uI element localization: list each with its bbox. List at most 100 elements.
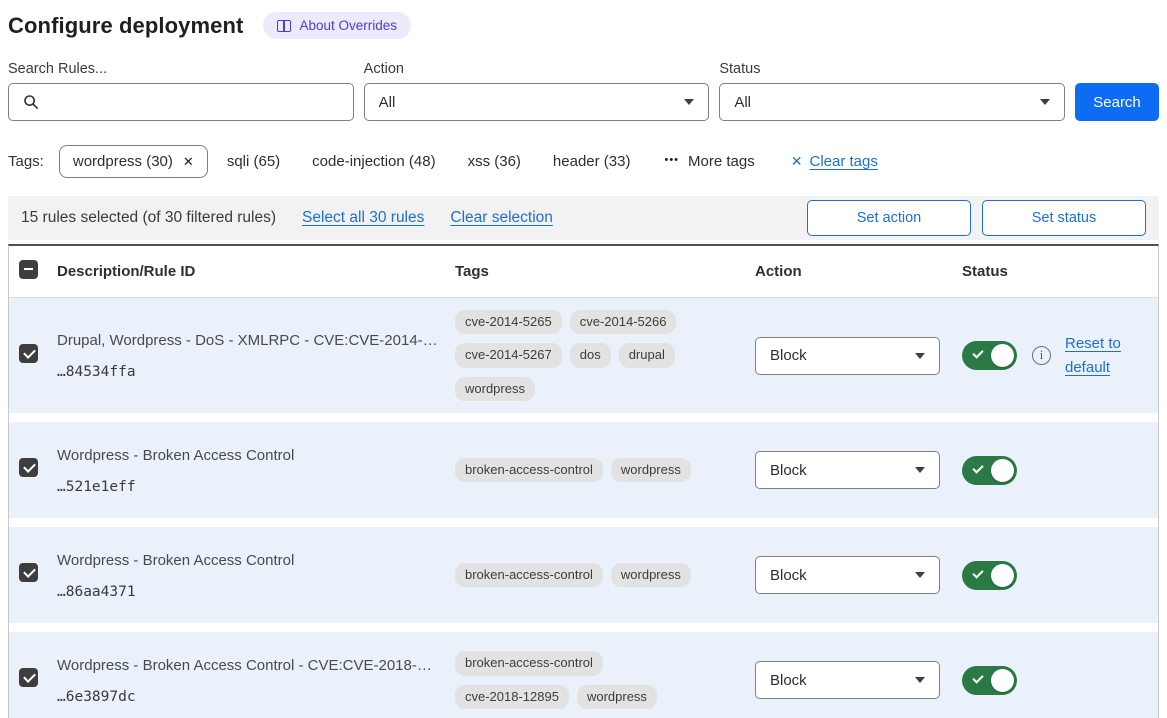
row-checkbox[interactable]	[19, 344, 38, 363]
table-row: Wordpress - Broken Access Control - CVE:…	[9, 632, 1158, 718]
action-select-value: Block	[770, 567, 807, 584]
chevron-down-icon	[684, 99, 694, 105]
rule-description: Wordpress - Broken Access Control - CVE:…	[57, 656, 441, 676]
close-icon: ✕	[791, 153, 803, 170]
rule-description: Drupal, Wordpress - DoS - XMLRPC - CVE:C…	[57, 331, 441, 351]
search-rules-group: Search Rules...	[8, 61, 354, 121]
toggle-knob	[991, 669, 1014, 692]
search-rules-field[interactable]	[49, 84, 339, 120]
ellipsis-icon: •••	[664, 154, 679, 166]
chevron-down-icon	[915, 572, 925, 578]
select-all-cell	[9, 260, 57, 284]
row-checkbox-cell	[9, 563, 57, 587]
selected-tag-chip[interactable]: wordpress (30) ✕	[59, 145, 208, 178]
description-cell: Drupal, Wordpress - DoS - XMLRPC - CVE:C…	[57, 331, 455, 380]
action-select[interactable]: Block	[755, 451, 940, 489]
action-filter-select[interactable]: All	[364, 83, 710, 121]
search-rules-label: Search Rules...	[8, 61, 354, 77]
rule-description: Wordpress - Broken Access Control	[57, 551, 441, 571]
toggle-knob	[991, 344, 1014, 367]
table-row: Wordpress - Broken Access Control …521e1…	[9, 422, 1158, 518]
rule-id: …6e3897dc	[57, 689, 441, 705]
tag-options: sqli (65) code-injection (48) xss (36) head…	[227, 153, 631, 170]
clear-tags-label: Clear tags	[809, 153, 877, 170]
description-cell: Wordpress - Broken Access Control …86aa4…	[57, 551, 455, 600]
column-header-tags: Tags	[455, 263, 755, 280]
configure-deployment-page: Configure deployment About Overrides Sea…	[0, 0, 1167, 718]
status-filter-group: Status All	[719, 61, 1065, 121]
search-icon	[23, 94, 39, 110]
rules-table: Description/Rule ID Tags Action Status D…	[8, 244, 1159, 718]
tag-option[interactable]: code-injection (48)	[312, 153, 435, 170]
tags-label: Tags:	[8, 153, 44, 170]
tag-pill: wordpress	[577, 685, 657, 709]
tag-option[interactable]: sqli (65)	[227, 153, 280, 170]
action-select-value: Block	[770, 672, 807, 689]
tag-pill: wordpress	[455, 377, 535, 401]
column-header-description: Description/Rule ID	[57, 263, 455, 280]
tag-pill: cve-2018-12895	[455, 685, 569, 709]
chevron-down-icon	[915, 353, 925, 359]
tag-pill: wordpress	[611, 563, 691, 587]
select-all-link[interactable]: Select all 30 rules	[302, 209, 424, 227]
row-checkbox[interactable]	[19, 563, 38, 582]
clear-selection-link[interactable]: Clear selection	[450, 209, 553, 227]
remove-tag-icon[interactable]: ✕	[183, 154, 194, 170]
rule-id: …86aa4371	[57, 584, 441, 600]
action-cell: Block	[755, 661, 962, 699]
action-filter-value: All	[379, 94, 396, 111]
tag-pill: cve-2014-5267	[455, 343, 562, 367]
chevron-down-icon	[915, 467, 925, 473]
filters-bar: Search Rules... Action All Status All	[8, 61, 1159, 121]
rule-tags: broken-access-controlwordpress	[455, 458, 719, 482]
tag-pill: broken-access-control	[455, 651, 603, 675]
action-filter-label: Action	[364, 61, 710, 77]
reset-to-default-link[interactable]: Reset to default	[1065, 332, 1131, 380]
tag-pill: dos	[570, 343, 611, 367]
status-cell	[962, 561, 1158, 590]
tag-pill: cve-2014-5266	[570, 310, 677, 334]
status-toggle[interactable]	[962, 456, 1017, 485]
tags-bar: Tags: wordpress (30) ✕ sqli (65) code-inj…	[8, 145, 1159, 178]
info-icon[interactable]: i	[1032, 346, 1051, 365]
clear-tags-link[interactable]: ✕ Clear tags	[791, 153, 878, 170]
status-cell: i Reset to default	[962, 332, 1158, 380]
tag-pill: cve-2014-5265	[455, 310, 562, 334]
action-select[interactable]: Block	[755, 556, 940, 594]
status-filter-select[interactable]: All	[719, 83, 1065, 121]
tag-option[interactable]: xss (36)	[468, 153, 521, 170]
row-checkbox[interactable]	[19, 668, 38, 687]
status-toggle[interactable]	[962, 666, 1017, 695]
set-status-button[interactable]: Set status	[982, 200, 1146, 236]
rule-tags: cve-2014-5265 cve-2014-5266 cve-2014-5267 d…	[455, 310, 719, 401]
about-overrides-label: About Overrides	[299, 18, 397, 33]
action-select[interactable]: Block	[755, 661, 940, 699]
search-rules-input[interactable]	[8, 83, 354, 121]
action-select-value: Block	[770, 462, 807, 479]
rule-id: …84534ffa	[57, 364, 441, 380]
column-header-action: Action	[755, 263, 962, 280]
selected-tag-label: wordpress (30)	[73, 153, 173, 170]
status-toggle[interactable]	[962, 561, 1017, 590]
more-tags-label: More tags	[688, 153, 755, 170]
selection-summary: 15 rules selected (of 30 filtered rules)	[21, 209, 276, 227]
status-cell	[962, 456, 1158, 485]
status-toggle[interactable]	[962, 341, 1017, 370]
search-button[interactable]: Search	[1075, 83, 1159, 121]
about-overrides-badge[interactable]: About Overrides	[263, 12, 411, 39]
action-select-value: Block	[770, 347, 807, 364]
row-checkbox-cell	[9, 344, 57, 368]
row-checkbox-cell	[9, 458, 57, 482]
toggle-knob	[991, 459, 1014, 482]
more-tags-button[interactable]: ••• More tags	[664, 153, 754, 170]
row-checkbox[interactable]	[19, 458, 38, 477]
chevron-down-icon	[1040, 99, 1050, 105]
book-icon	[277, 20, 291, 32]
description-cell: Wordpress - Broken Access Control …521e1…	[57, 446, 455, 495]
toggle-knob	[991, 564, 1014, 587]
set-action-button[interactable]: Set action	[807, 200, 971, 236]
action-select[interactable]: Block	[755, 337, 940, 375]
table-row: Wordpress - Broken Access Control …86aa4…	[9, 527, 1158, 623]
select-all-checkbox[interactable]	[19, 260, 38, 279]
tag-option[interactable]: header (33)	[553, 153, 631, 170]
